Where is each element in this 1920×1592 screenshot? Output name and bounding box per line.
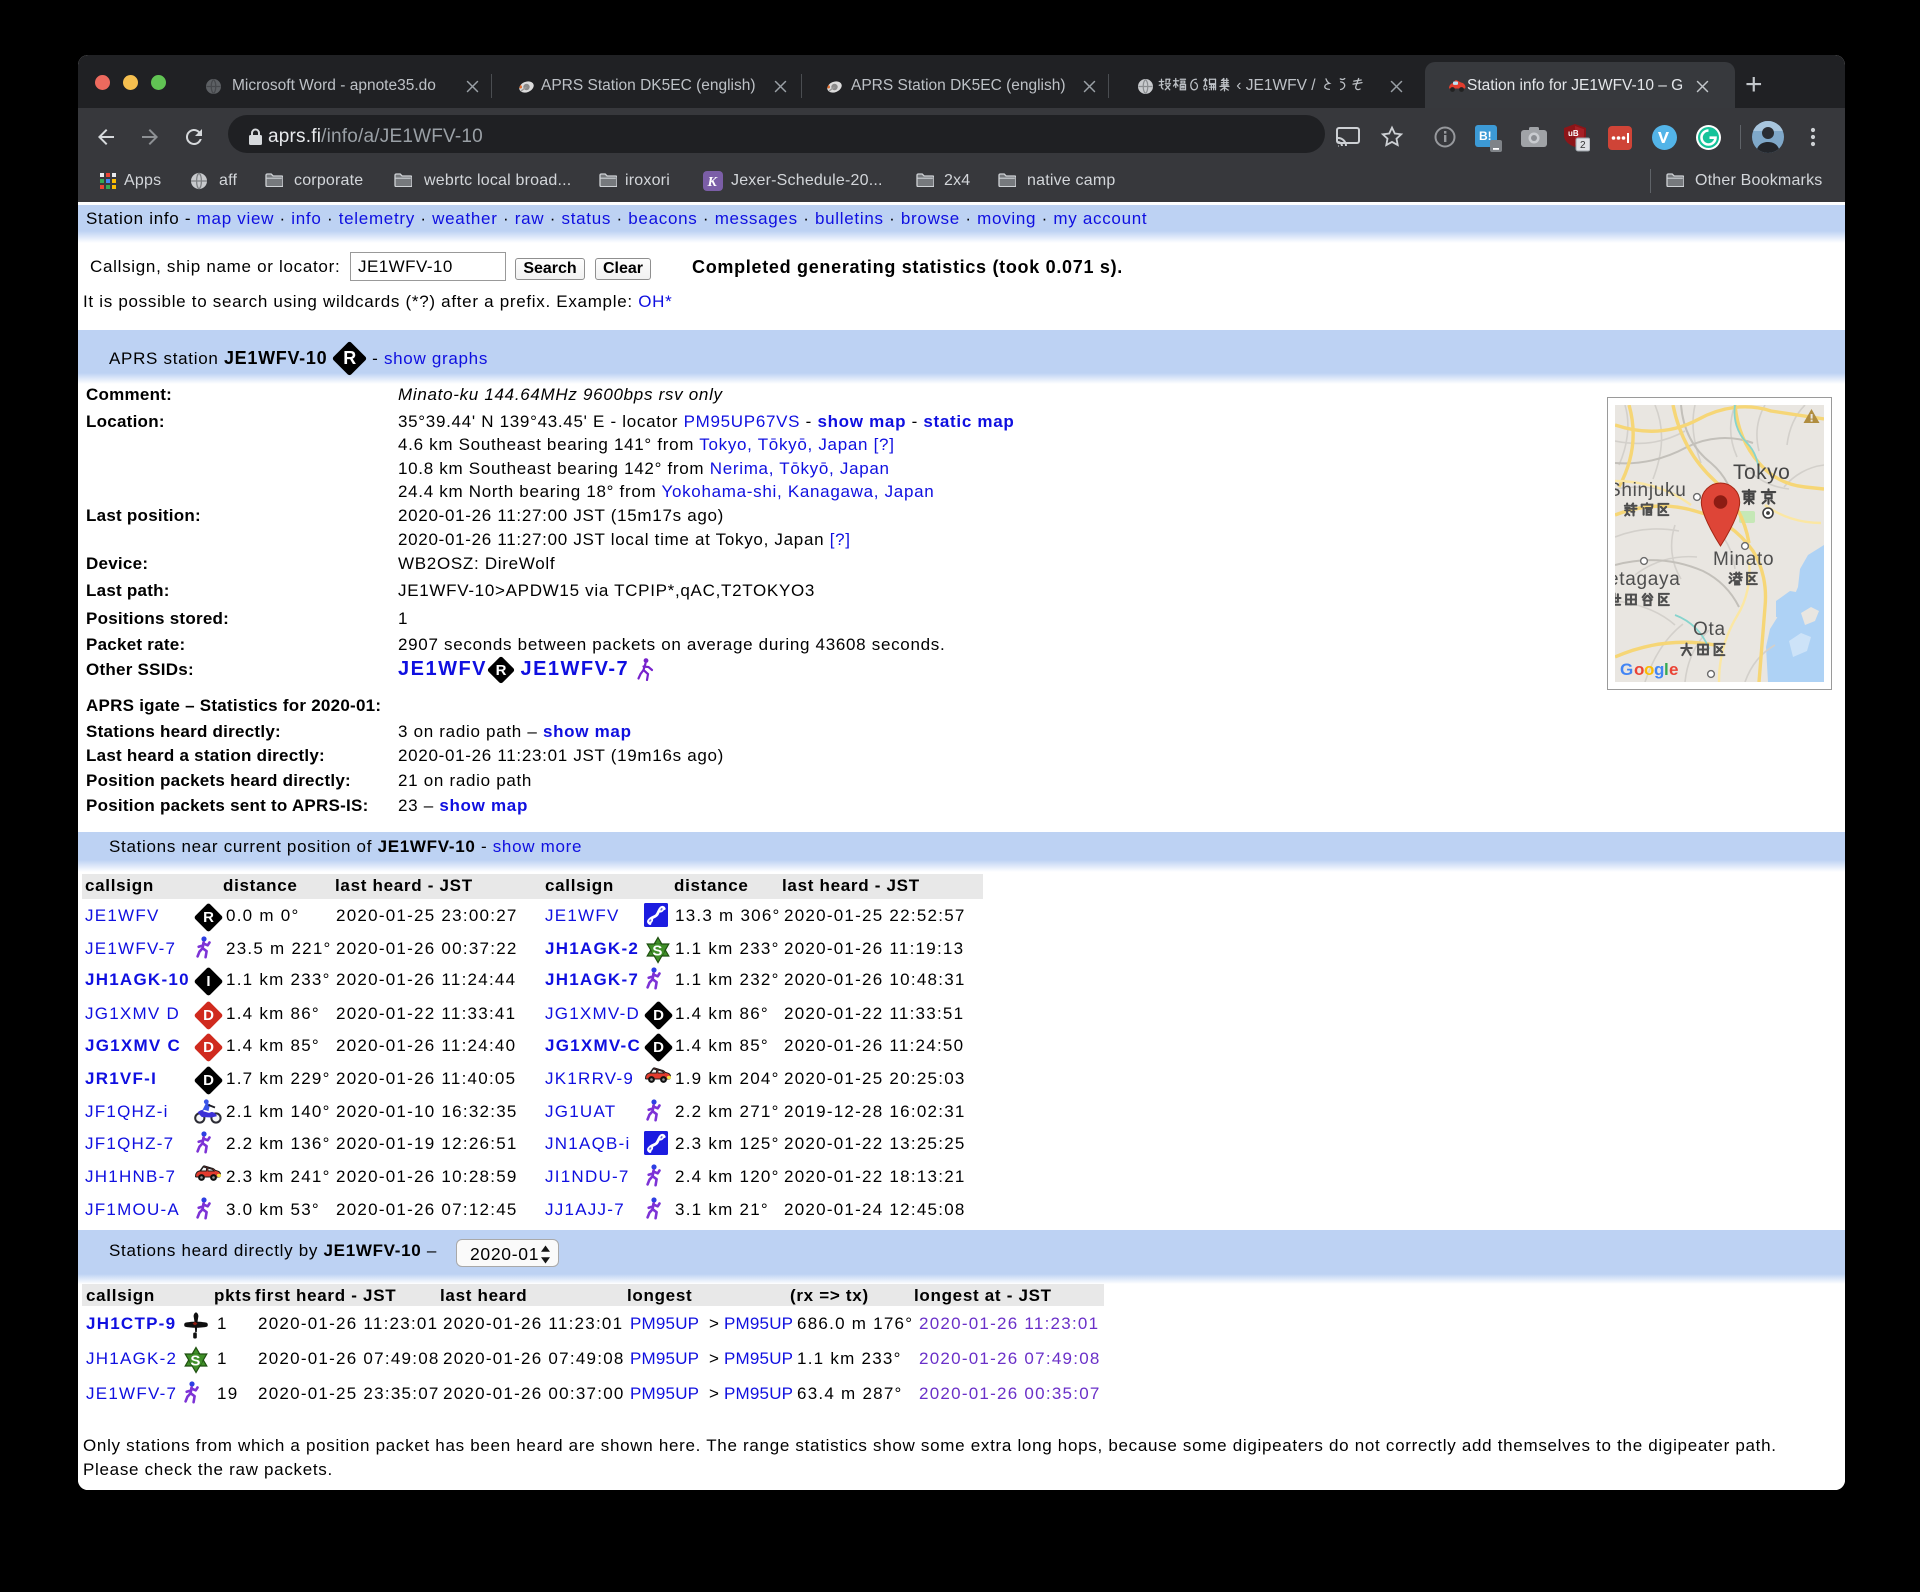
svg-text:uB: uB <box>1568 129 1579 138</box>
svg-text:S: S <box>652 942 663 959</box>
svg-text:Tokyo: Tokyo <box>1733 461 1790 484</box>
svg-text:Shinjuku: Shinjuku <box>1615 480 1686 501</box>
svg-text:B!: B! <box>1479 129 1492 143</box>
svg-text:e: e <box>1669 660 1679 679</box>
svg-text:etagaya: etagaya <box>1615 569 1681 590</box>
svg-text:Minato: Minato <box>1713 549 1774 570</box>
svg-text:G: G <box>1620 660 1634 679</box>
svg-text:2: 2 <box>1580 140 1586 151</box>
svg-text:S: S <box>190 1352 201 1369</box>
svg-text:K: K <box>707 175 719 190</box>
svg-text:Ota: Ota <box>1693 619 1726 640</box>
